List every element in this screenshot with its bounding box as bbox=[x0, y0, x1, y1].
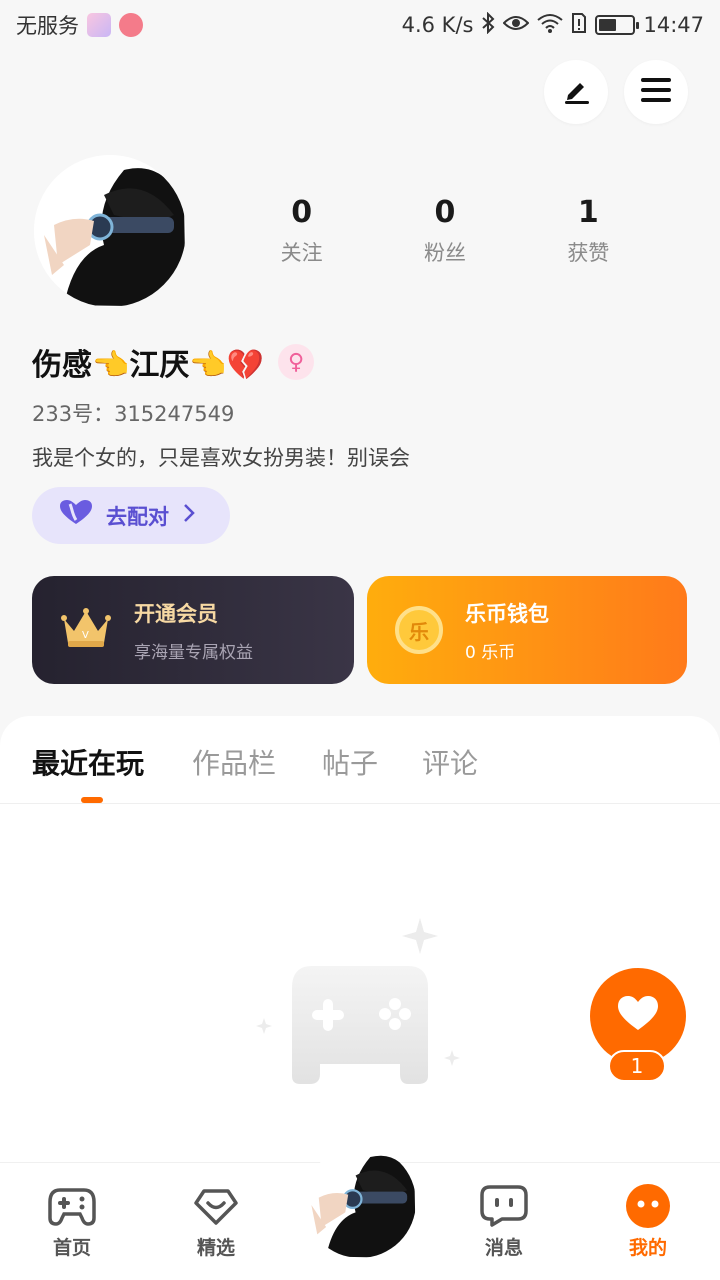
vip-card-title: 开通会员 bbox=[134, 601, 218, 626]
username-row: 伤感👈江厌👈💔 ♀ bbox=[32, 340, 315, 384]
profile-stats: 0 关注 0 粉丝 1 获赞 bbox=[230, 195, 660, 267]
vip-card-subtitle: 享海量专属权益 bbox=[134, 642, 253, 663]
nav-label: 首页 bbox=[52, 1237, 91, 1259]
empty-state-gamepad-icon bbox=[250, 916, 470, 1096]
nav-label: 精选 bbox=[196, 1237, 235, 1259]
eye-icon bbox=[503, 13, 530, 37]
stat-likes[interactable]: 1 获赞 bbox=[517, 195, 660, 267]
status-bar: 无服务 4.6 K/s 14:47 bbox=[0, 0, 720, 50]
nav-center-avatar[interactable] bbox=[304, 1146, 416, 1258]
avatar[interactable] bbox=[34, 155, 186, 307]
user-id: 233号：315247549 bbox=[32, 402, 235, 426]
svg-text:V: V bbox=[82, 630, 89, 641]
profile-tabs: 最近在玩 作品栏 帖子 评论 bbox=[0, 716, 720, 804]
nav-me[interactable]: 我的 bbox=[598, 1183, 698, 1260]
network-speed: 4.6 K/s bbox=[401, 13, 474, 37]
menu-button[interactable] bbox=[624, 60, 688, 124]
female-icon: ♀ bbox=[278, 344, 315, 380]
nav-home[interactable]: 首页 bbox=[22, 1183, 122, 1260]
username: 伤感👈江厌👈💔 bbox=[32, 348, 265, 383]
edit-profile-button[interactable] bbox=[544, 60, 608, 124]
heart-pair-icon bbox=[60, 500, 92, 531]
gamepad-icon bbox=[47, 1183, 97, 1229]
stat-value: 0 bbox=[291, 195, 313, 230]
wallet-card-title: 乐币钱包 bbox=[465, 601, 549, 626]
status-left: 无服务 bbox=[16, 10, 143, 40]
tab-works[interactable]: 作品栏 bbox=[192, 742, 276, 782]
like-count-badge: 1 bbox=[608, 1050, 666, 1082]
stat-label: 关注 bbox=[280, 241, 323, 265]
app-notification-icon-2 bbox=[119, 13, 143, 37]
stat-following[interactable]: 0 关注 bbox=[230, 195, 373, 267]
heart-diamond-icon bbox=[191, 1183, 241, 1229]
crown-icon: V bbox=[60, 607, 112, 653]
vip-card-text: 开通会员 享海量专属权益 bbox=[134, 598, 253, 663]
stat-value: 1 bbox=[577, 195, 599, 230]
stat-followers[interactable]: 0 粉丝 bbox=[373, 195, 516, 267]
bluetooth-icon bbox=[481, 11, 495, 39]
nav-featured[interactable]: 精选 bbox=[166, 1183, 266, 1260]
wallet-card-text: 乐币钱包 0 乐币 bbox=[465, 598, 549, 663]
status-right: 4.6 K/s 14:47 bbox=[401, 11, 704, 39]
nav-label: 消息 bbox=[484, 1237, 523, 1259]
match-button-label: 去配对 bbox=[106, 504, 169, 529]
wallet-card-subtitle: 0 乐币 bbox=[465, 642, 516, 663]
tab-posts[interactable]: 帖子 bbox=[322, 742, 378, 782]
user-bio: 我是个女的，只是喜欢女扮男装！别误会 bbox=[32, 446, 410, 470]
tab-recently-played[interactable]: 最近在玩 bbox=[32, 742, 144, 782]
wallet-card[interactable]: 乐 乐币钱包 0 乐币 bbox=[367, 576, 687, 684]
vip-card[interactable]: V 开通会员 享海量专属权益 bbox=[32, 576, 354, 684]
menu-icon bbox=[640, 76, 672, 108]
tab-indicator bbox=[81, 797, 103, 803]
clock-time: 14:47 bbox=[643, 13, 704, 37]
stat-value: 0 bbox=[434, 195, 456, 230]
chat-icon bbox=[479, 1183, 529, 1229]
stat-label: 获赞 bbox=[567, 241, 610, 265]
coin-icon: 乐 bbox=[395, 606, 443, 654]
match-button[interactable]: 去配对 bbox=[32, 487, 230, 544]
nav-messages[interactable]: 消息 bbox=[454, 1183, 554, 1260]
app-notification-icon bbox=[87, 13, 111, 37]
edit-icon bbox=[560, 74, 592, 110]
heart-icon bbox=[618, 996, 658, 1036]
stat-label: 粉丝 bbox=[423, 241, 466, 265]
sim-alert-icon bbox=[571, 12, 587, 39]
tab-comments[interactable]: 评论 bbox=[422, 742, 478, 782]
battery-icon bbox=[595, 15, 640, 35]
me-face-icon bbox=[623, 1183, 673, 1229]
avatar-image bbox=[34, 155, 186, 307]
wifi-icon bbox=[537, 13, 564, 38]
avatar-image bbox=[304, 1146, 416, 1258]
carrier-text: 无服务 bbox=[16, 14, 79, 38]
chevron-right-icon bbox=[183, 503, 195, 528]
nav-label: 我的 bbox=[628, 1237, 667, 1259]
